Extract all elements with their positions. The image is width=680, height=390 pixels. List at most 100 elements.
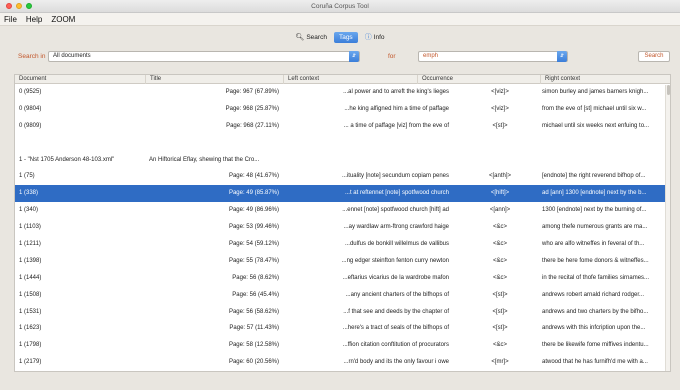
info-globe-icon: ⓘ [364,33,372,41]
cell-document: 1 - "Nst 1705 Anderson 48-103.xml" [19,156,115,163]
table-row[interactable]: 1 (2349) Page: 61 (14.06%) ...al appended … [15,371,670,372]
cell-left-context: ...al power and to arreft the king's lie… [343,89,449,95]
cell-left-context: ...he king alfigned him a time of paffag… [344,105,449,112]
cell-document: 1 (1103) [19,224,41,231]
menu-file[interactable]: File [4,15,17,24]
table-row[interactable]: 1 (1531) Page: 56 (58.62%) ...f that see a… [15,304,670,321]
window-titlebar: Coruña Corpus Tool [0,0,680,13]
scrollbar-thumb[interactable] [667,85,670,95]
cell-document: 1 (340) [19,207,39,214]
cell-occurrence: <&c> [492,241,507,248]
tag-select[interactable]: emph ⇵ [418,51,568,62]
cell-occurrence: <[st]> [492,325,508,332]
cell-occurrence: <[st]> [492,308,508,315]
table-row[interactable]: 1 (1398) Page: 55 (78.47%) ...ng edger ste… [15,253,670,270]
chevron-updown-icon: ⇵ [349,51,359,62]
menu-help[interactable]: Help [26,15,42,24]
cell-document: 1 (338) [19,190,39,197]
cell-document: 0 (9525) [19,89,42,95]
table-row[interactable]: 1 (1211) Page: 54 (59.12%) ...dulfus de bo… [15,236,670,253]
table-row[interactable]: 0 (9809) Page: 968 (27.11%) ... a time of … [15,118,670,135]
header-left-context[interactable]: Left context [283,75,417,84]
cell-right-context: there be here fome donors & witneffes... [542,257,649,264]
table-row[interactable]: 1 (338) Page: 49 (85.87%) ...t at reftenne… [15,185,670,203]
cell-left-context: ... a time of paffage [viz] from the eve… [343,122,449,129]
cell-right-context: who are alfo witneffes in feveral of th.… [542,241,645,248]
header-occurrence[interactable]: Occurrence [417,75,540,84]
vertical-scrollbar[interactable] [665,85,670,371]
cell-document: 1 (1531) [19,308,42,315]
cell-occurrence: <[st]> [492,291,508,298]
tab-info[interactable]: ⓘ Info [360,32,390,43]
search-row: Search in All documents ⇵ for emph ⇵ Sea… [0,49,680,65]
cell-occurrence: <[ann]> [489,207,511,214]
cell-left-context: ...here's a tract of seals of the bifhop… [342,325,449,332]
cell-left-context: ...rn'd body and its the only favour i o… [343,359,449,366]
minimize-window-button[interactable] [16,3,22,9]
zoom-window-button[interactable] [26,3,32,9]
cell-right-context: in the recital of thofe families sirname… [542,274,650,281]
table-row[interactable] [15,135,670,152]
search-in-label: Search in [18,53,46,60]
cell-left-context: ...ay wardlaw arm-ftrong crawford haige [343,224,449,231]
cell-right-context: [endnote] the right reverend bifhop of..… [542,173,646,180]
table-row[interactable]: 0 (9804) Page: 968 (25.87%) ...he king alf… [15,101,670,118]
cell-left-context: ...ffion citation conftitution of procur… [342,342,449,349]
table-row[interactable]: 1 (340) Page: 49 (86.96%) ...ennet [note] … [15,202,670,219]
table-row[interactable]: 1 (1103) Page: 53 (99.46%) ...ay wardlaw a… [15,219,670,236]
cell-title: Page: 968 (27.11%) [226,122,279,129]
cell-title: Page: 48 (41.67%) [228,173,279,180]
cell-right-context: 1300 [endnote] next by the burning of... [542,207,647,214]
tab-tags[interactable]: Tags [333,31,358,43]
close-window-button[interactable] [6,3,12,9]
cell-title: Page: 57 (11.43%) [229,325,279,332]
cell-occurrence: <[mr]> [491,359,509,366]
window-title: Coruña Corpus Tool [311,3,369,10]
cell-document: 1 (1798) [19,342,42,349]
table-row[interactable]: 1 (1623) Page: 57 (11.43%) ...here's a tra… [15,320,670,337]
table-row[interactable]: 1 - "Nst 1705 Anderson 48-103.xml" An Hif… [15,152,670,169]
cell-document: 1 (1398) [19,257,42,264]
cell-left-context: ...any ancient charters of the bifhops o… [345,291,449,298]
table-row[interactable]: 1 (1444) Page: 56 (8.62%) ...eftarius vica… [15,270,670,287]
cell-document: 1 (1444) [19,274,42,281]
cell-occurrence: <&c> [492,274,507,281]
cell-right-context: from the eve of [st] michael until six w… [542,105,647,112]
tab-search-label: Search [306,33,327,41]
table-row[interactable]: 1 (2179) Page: 60 (20.56%) ...rn'd body an… [15,354,670,371]
tag-select-value: emph [423,53,439,59]
cell-document: 1 (1508) [19,291,42,298]
cell-occurrence: <[viz]> [491,105,509,112]
cell-right-context: [num] 4 [endnote] there is here alfo a..… [540,371,664,372]
cell-occurrence: <&c> [492,257,507,264]
cell-left-context: ...dulfus de bonkill willelmus de vallib… [344,241,449,248]
cell-occurrence: <&c> [492,224,507,231]
cell-title: Page: 56 (45.4%) [232,291,279,298]
search-button[interactable]: Search [638,51,670,62]
table-row[interactable]: 1 (1508) Page: 56 (45.4%) ...any ancient c… [15,287,670,304]
cell-left-context: ...ituality [note] secundum copiam penes [341,173,449,180]
header-right-context[interactable]: Right context [540,75,670,84]
table-row[interactable]: 1 (75) Page: 48 (41.67%) ...ituality [note… [15,168,670,185]
cell-right-context: andrews robert arnald richard rodger... [542,291,645,298]
cell-document: 1 (1623) [19,325,42,332]
cell-left-context: ...t at reftennet [note] spotfwood churc… [344,190,449,197]
cell-title: Page: 49 (85.87%) [228,190,279,197]
table-row[interactable]: 0 (9525) Page: 967 (67.89%) ...al power an… [15,84,670,101]
header-document[interactable]: Document [15,75,145,84]
cell-left-context: ...al appended to this charter [note] vi… [283,371,455,372]
cell-title: Page: 61 (14.06%) [149,371,279,372]
cell-right-context: simon burley and james barners knigh... [542,89,649,95]
header-title[interactable]: Title [145,75,283,84]
scope-select[interactable]: All documents ⇵ [48,51,360,62]
cell-title: Page: 53 (99.46%) [228,224,279,231]
cell-right-context: among thefe numerous grants are ma... [542,224,648,231]
menu-zoom[interactable]: ZOOM [51,15,75,24]
cell-right-context: andrews and two charters by the bifho... [542,308,649,315]
cell-document: 1 (75) [19,173,35,180]
scope-select-value: All documents [53,53,91,59]
cell-title: Page: 58 (12.58%) [228,342,279,349]
cell-right-context: ad [ann] 1300 [endnote] next by the b... [542,190,647,197]
table-row[interactable]: 1 (1798) Page: 58 (12.58%) ...ffion citati… [15,337,670,354]
tab-search[interactable]: 🔍︎ Search [290,32,332,43]
